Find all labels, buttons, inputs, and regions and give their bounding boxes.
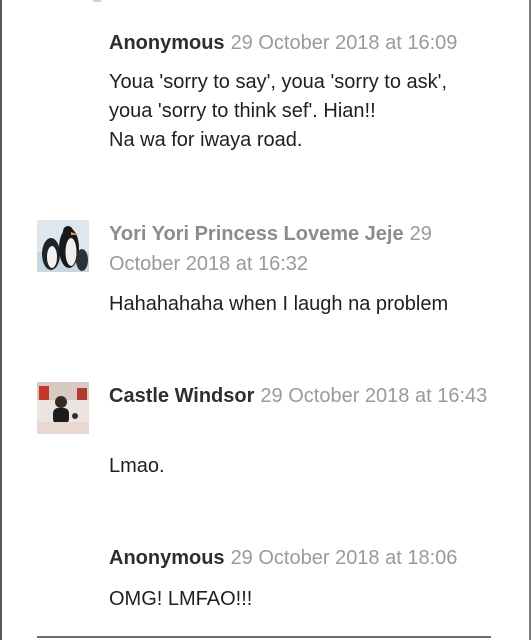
avatar[interactable]: [37, 220, 89, 272]
bottom-divider: [37, 636, 491, 638]
comment-body: Hahahahaha when I laugh na problem: [109, 290, 504, 319]
comment-header: Anonymous 29 October 2018 at 16:09: [109, 28, 504, 58]
person-avatar-image: [37, 382, 89, 434]
comment-author-link[interactable]: Castle Windsor: [109, 385, 254, 407]
frame-left-border: [0, 0, 2, 640]
comment-author-link[interactable]: Yori Yori Princess Loveme Jeje: [109, 223, 404, 245]
comment-body-line: Hahahahaha when I laugh na problem: [109, 293, 449, 315]
comment-body-line: Youa 'sorry to say', youa 'sorry to ask'…: [109, 71, 448, 93]
comment-author: Anonymous: [109, 547, 225, 569]
comment-header: Yori Yori Princess Loveme Jeje 29 October…: [109, 219, 504, 279]
comment-timestamp-link[interactable]: 29 October 2018 at 16:09: [231, 32, 458, 54]
comment-body-line: youa 'sorry to think sef'. Hian!!: [109, 100, 376, 122]
comment-body: Lmao.: [109, 452, 504, 481]
comment-body-line: Lmao.: [109, 455, 165, 477]
comment-body-line: OMG! LMFAO!!!: [109, 588, 253, 610]
comment-body: Youa 'sorry to say', youa 'sorry to ask'…: [109, 68, 504, 155]
comment-body: OMG! LMFAO!!!: [109, 585, 504, 614]
avatar[interactable]: [37, 382, 89, 434]
comment-timestamp-link[interactable]: 29 October 2018 at 18:06: [231, 547, 458, 569]
comment-header: Anonymous 29 October 2018 at 18:06: [109, 543, 504, 573]
comment-header: Castle Windsor 29 October 2018 at 16:43: [109, 381, 504, 411]
comment-body-line: Na wa for iwaya road.: [109, 129, 303, 151]
top-divider-fragment: [93, 0, 101, 2]
comment-author: Anonymous: [109, 32, 225, 54]
penguin-avatar-image: [37, 220, 89, 272]
comment-timestamp-link[interactable]: 29 October 2018 at 16:43: [260, 385, 487, 407]
